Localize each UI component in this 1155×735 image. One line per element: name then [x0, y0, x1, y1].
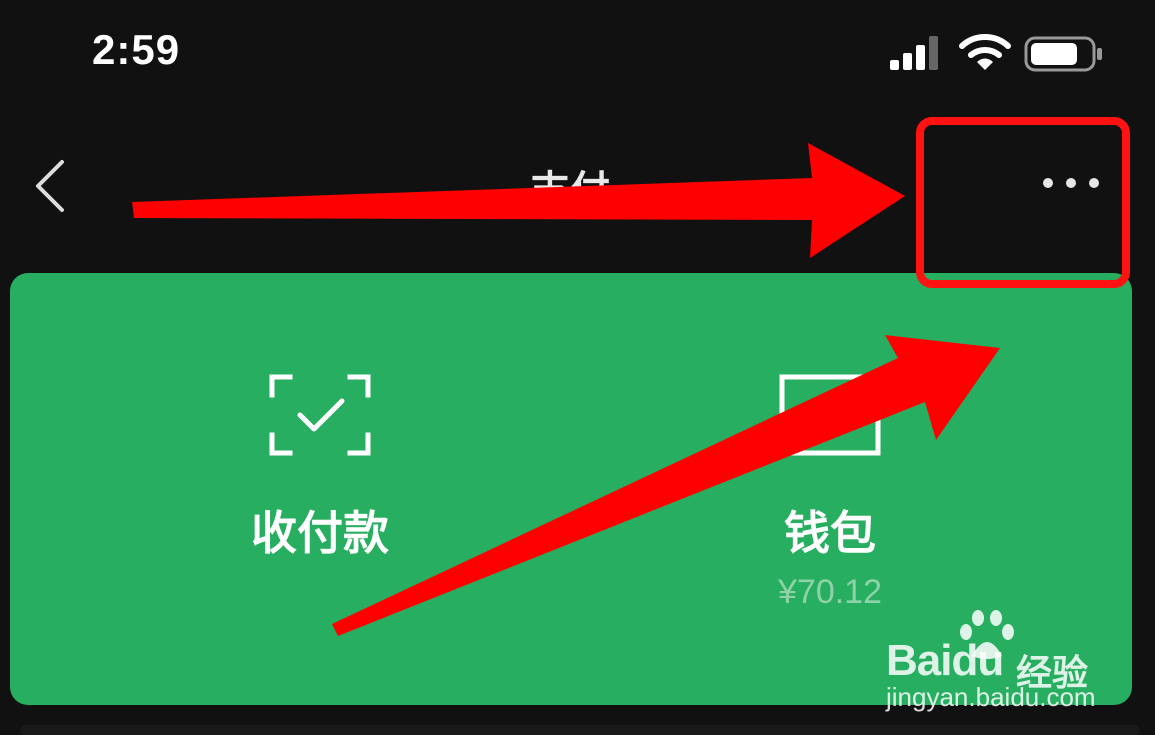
- watermark-url: jingyan.baidu.com: [886, 682, 1096, 712]
- receive-pay-button[interactable]: 收付款: [170, 373, 470, 563]
- battery-icon: [1024, 36, 1102, 72]
- wallet-icon: [779, 374, 881, 456]
- next-section-edge: [20, 725, 1140, 735]
- signal-icon: [890, 36, 938, 70]
- wifi-icon: [959, 34, 1011, 70]
- more-dots-icon[interactable]: [1038, 168, 1104, 198]
- baidu-brand-suffix: du: [951, 636, 1004, 685]
- wallet-button[interactable]: 钱包 ¥70.12: [680, 373, 980, 612]
- page-title: 支付: [530, 168, 610, 214]
- chevron-left-icon[interactable]: [30, 158, 70, 214]
- scan-check-icon: [269, 374, 371, 456]
- status-time: 2:59: [92, 26, 181, 73]
- status-bar: 2:59: [0, 0, 1155, 100]
- wallet-label: 钱包: [784, 506, 876, 560]
- baidu-brand: Bai: [886, 636, 952, 685]
- receive-pay-label: 收付款: [251, 506, 389, 560]
- baidu-watermark: Baidu 经验 jingyan.baidu.com: [882, 606, 1112, 716]
- nav-bar: 支付: [0, 130, 1155, 240]
